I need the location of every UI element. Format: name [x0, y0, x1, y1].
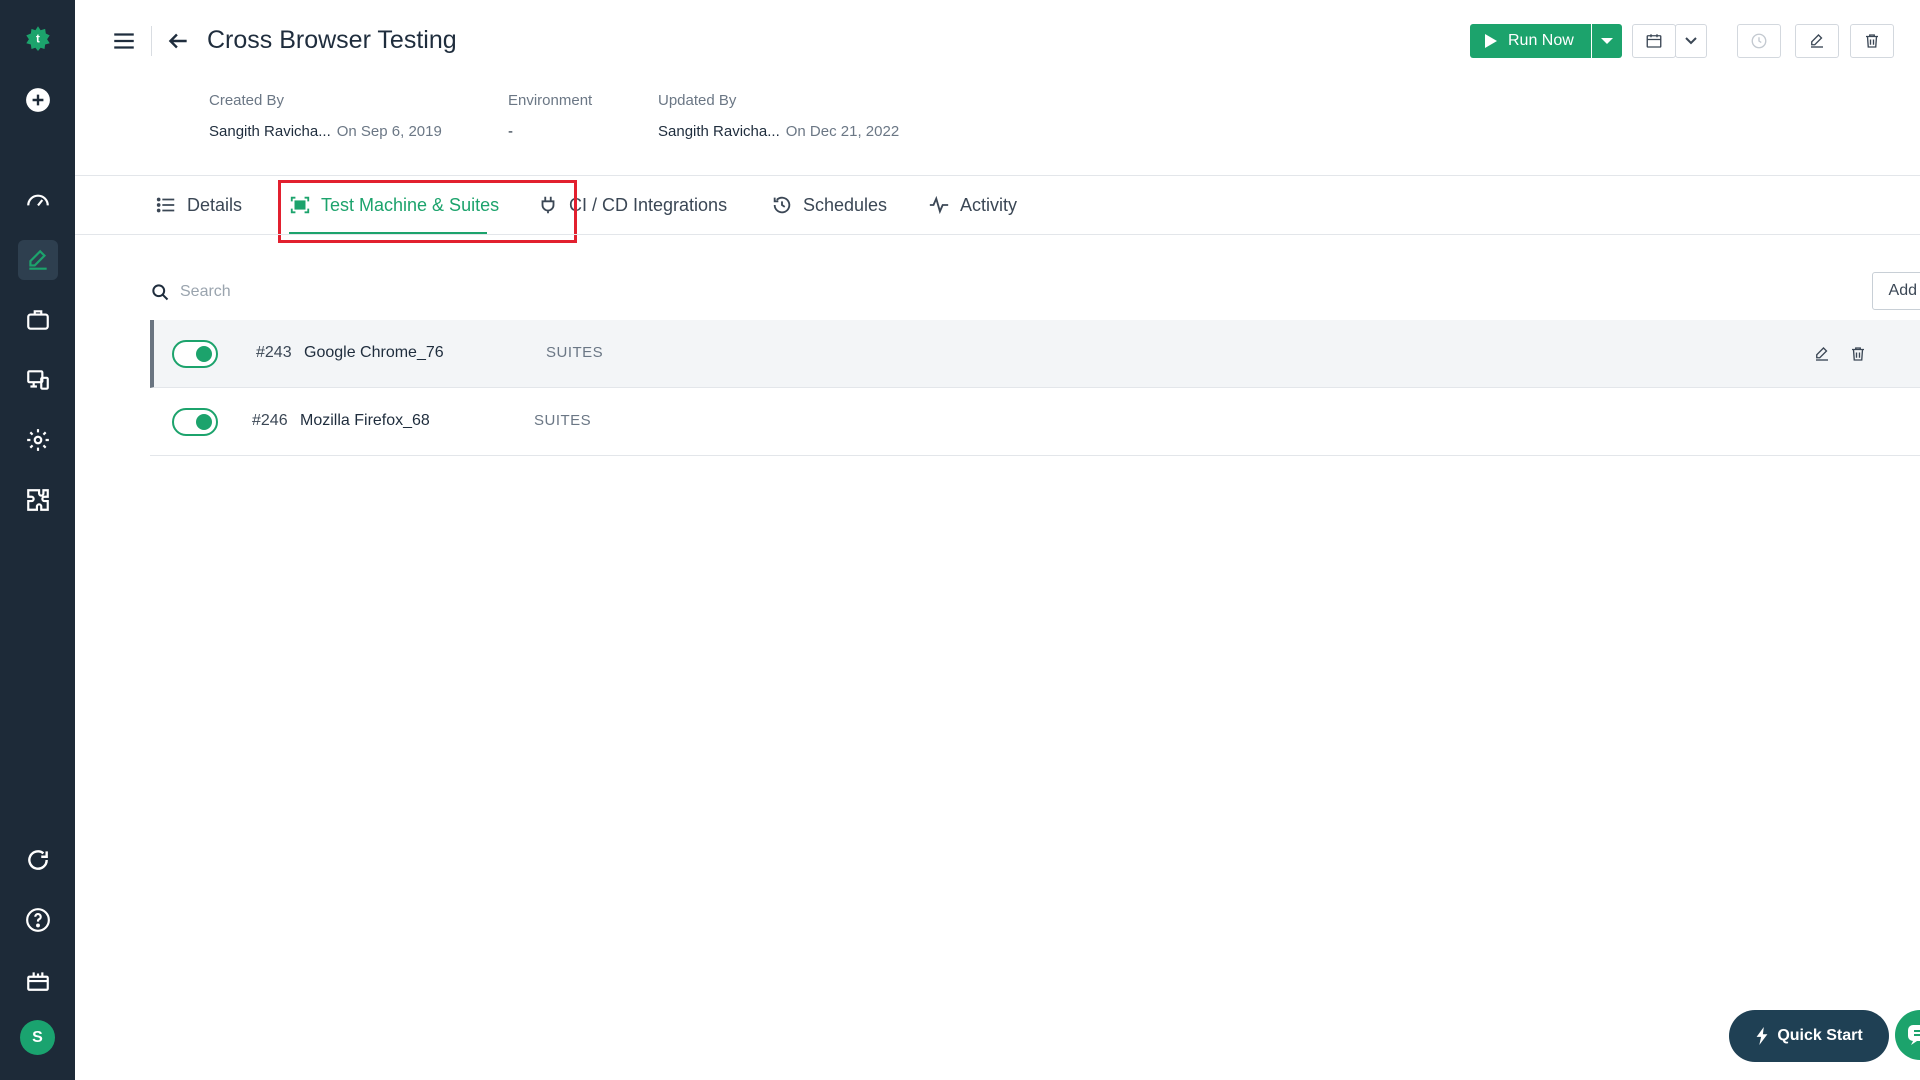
search-row: Add New: [150, 272, 1920, 312]
created-by-label: Created By: [209, 92, 285, 109]
avatar-initial: S: [32, 1028, 43, 1046]
list-item[interactable]: #243 Google Chrome_76 SUITES: [150, 320, 1920, 388]
environment-block: Environment -: [508, 92, 592, 140]
tab-schedules-label: Schedules: [803, 194, 888, 215]
environment-label: Environment: [508, 92, 593, 109]
settings-icon[interactable]: [18, 420, 58, 460]
header-divider: [151, 26, 152, 56]
list-item[interactable]: #246 Mozilla Firefox_68 SUITES: [150, 388, 1920, 456]
quick-start-button[interactable]: Quick Start: [1729, 1010, 1889, 1062]
add-new-button[interactable]: Add New: [1872, 272, 1920, 310]
clock-icon: [1751, 33, 1767, 49]
toggle-knob: [196, 346, 212, 362]
tab-details[interactable]: Details: [155, 176, 242, 234]
run-options-dropdown[interactable]: [1592, 24, 1622, 58]
edit-button[interactable]: [1795, 24, 1839, 58]
row-delete-button[interactable]: [1846, 342, 1870, 366]
avatar[interactable]: S: [20, 1020, 55, 1055]
search-icon: [152, 284, 169, 301]
history-button[interactable]: [1737, 24, 1781, 58]
menu-icon[interactable]: [111, 28, 137, 54]
run-now-button[interactable]: Run Now: [1470, 24, 1591, 58]
toggle-knob: [196, 414, 212, 430]
created-on: On Sep 6, 2019: [336, 123, 442, 140]
clock-icon: [773, 196, 791, 214]
sidebar: t S: [0, 0, 75, 1080]
addons-icon[interactable]: [18, 480, 58, 520]
run-results-icon[interactable]: [18, 360, 58, 400]
list-icon: [156, 197, 175, 213]
suites-tag[interactable]: SUITES: [546, 344, 603, 361]
svg-text:t: t: [36, 33, 40, 46]
created-by-value: Sangith Ravicha...: [209, 123, 331, 140]
suites-tag[interactable]: SUITES: [534, 412, 591, 429]
trash-icon: [1852, 347, 1864, 361]
tabs-bottom-divider: [75, 234, 1920, 235]
refresh-icon[interactable]: [18, 840, 58, 880]
tab-details-label: Details: [187, 194, 243, 215]
created-by-block: Created By Sangith Ravicha... On Sep 6, 2…: [209, 92, 442, 140]
main-content: Cross Browser Testing Run Now Created By…: [75, 0, 1920, 1080]
schedule-button[interactable]: [1632, 24, 1676, 58]
briefcase-icon[interactable]: [18, 300, 58, 340]
header: Cross Browser Testing Run Now: [75, 0, 1920, 80]
tab-ci-cd-integrations-label: CI / CD Integrations: [569, 194, 728, 215]
pencil-icon: [1816, 347, 1828, 361]
chevron-down-icon: [1685, 37, 1697, 45]
pencil-icon: [1811, 34, 1823, 48]
schedule-dropdown[interactable]: [1675, 24, 1707, 58]
delete-button[interactable]: [1850, 24, 1894, 58]
trash-icon: [1866, 34, 1878, 48]
app-logo-icon[interactable]: t: [18, 18, 58, 58]
enable-toggle[interactable]: [172, 408, 218, 436]
lightning-icon: [1756, 1027, 1768, 1045]
updated-by-label: Updated By: [658, 92, 737, 109]
machine-id: #246: [252, 412, 288, 429]
calendar-icon: [1646, 34, 1662, 48]
updated-by-block: Updated By Sangith Ravicha... On Dec 21, …: [658, 92, 899, 140]
machine-list: #243 Google Chrome_76 SUITES #246 Mozill…: [150, 320, 1920, 456]
test-development-icon[interactable]: [18, 240, 58, 280]
chat-icon: [1908, 1025, 1920, 1045]
add-icon[interactable]: [18, 80, 58, 120]
quick-start-label: Quick Start: [1777, 1027, 1863, 1044]
updated-by-value: Sangith Ravicha...: [658, 123, 780, 140]
search-input[interactable]: [180, 278, 580, 306]
tab-schedules[interactable]: Schedules: [771, 176, 887, 234]
machine-name[interactable]: Google Chrome_76: [304, 344, 444, 362]
row-edit-button[interactable]: [1810, 342, 1834, 366]
run-now-label: Run Now: [1508, 32, 1574, 49]
chat-button[interactable]: [1895, 1010, 1920, 1060]
play-icon: [1485, 34, 1497, 48]
help-icon[interactable]: [18, 900, 58, 940]
gift-icon[interactable]: [18, 960, 58, 1000]
machine-id: #243: [256, 344, 292, 361]
machine-name[interactable]: Mozilla Firefox_68: [300, 412, 430, 430]
tab-activity-label: Activity: [960, 194, 1018, 215]
enable-toggle[interactable]: [172, 340, 218, 368]
updated-on: On Dec 21, 2022: [785, 123, 900, 140]
page-title: Cross Browser Testing: [207, 26, 457, 54]
caret-down-icon: [1601, 38, 1613, 44]
back-arrow-icon[interactable]: [165, 28, 191, 54]
activity-icon: [929, 195, 949, 215]
dashboard-icon[interactable]: [18, 180, 58, 220]
environment-value: -: [508, 123, 513, 140]
tab-activity[interactable]: Activity: [928, 176, 1017, 234]
